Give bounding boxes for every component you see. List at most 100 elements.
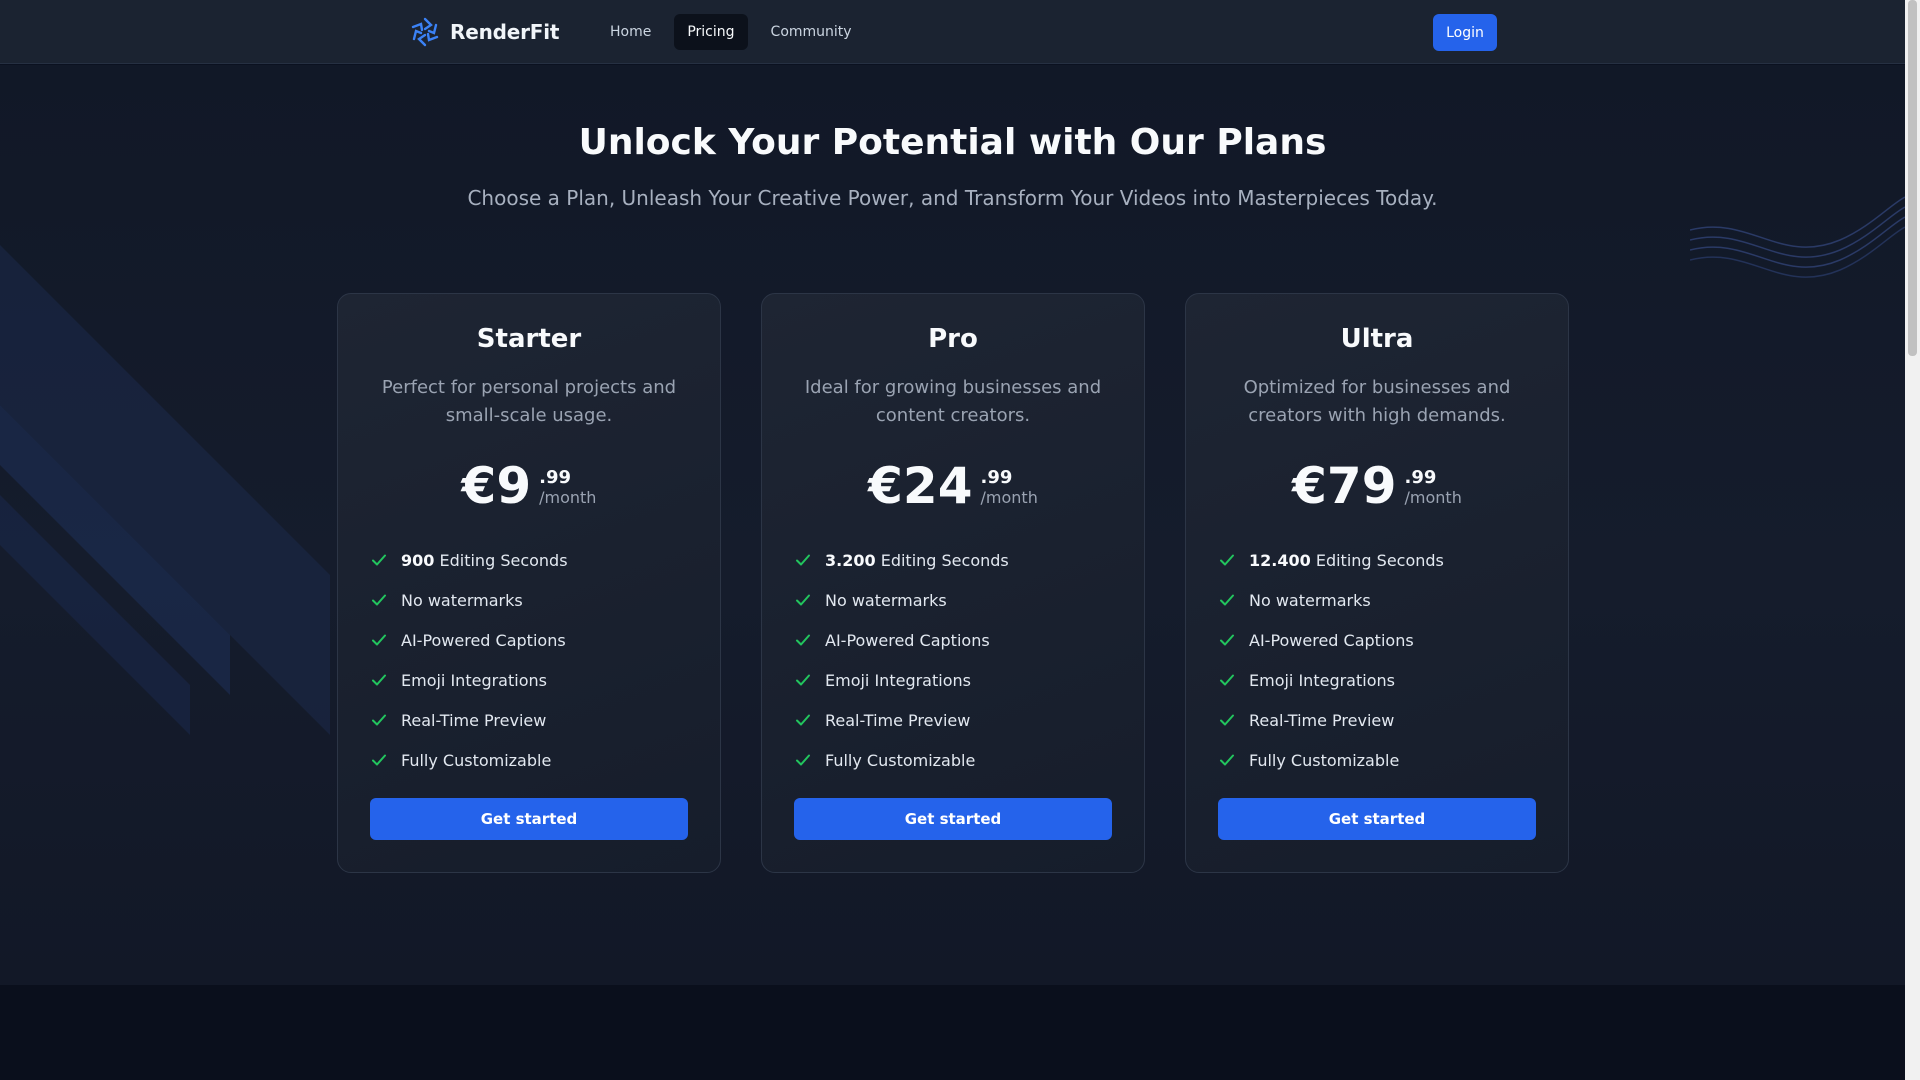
- check-icon: [1220, 554, 1234, 566]
- plan-card-starter: Starter Perfect for personal projects an…: [337, 293, 721, 873]
- brand-logo-link[interactable]: RenderFit: [408, 13, 559, 51]
- editing-seconds-value: 12.400: [1249, 550, 1311, 570]
- nav-home-link[interactable]: Home: [597, 14, 664, 50]
- editing-seconds-label: Editing Seconds: [1315, 550, 1444, 570]
- footer-section: [0, 985, 1905, 1080]
- plan-description: Optimized for businesses and creators wi…: [1243, 377, 1511, 426]
- price-amount: €24: [868, 457, 973, 515]
- feature-item: 900 Editing Seconds: [370, 540, 700, 580]
- feature-text: 12.400 Editing Seconds: [1249, 551, 1444, 570]
- feature-item: Real-Time Preview: [794, 700, 1124, 740]
- check-icon: [372, 674, 386, 686]
- feature-item: Fully Customizable: [794, 740, 1124, 780]
- feature-text: 3.200 Editing Seconds: [825, 551, 1009, 570]
- nav-pricing-link[interactable]: Pricing: [674, 14, 748, 50]
- check-icon: [372, 594, 386, 606]
- plan-price: €24 .99 /month: [762, 456, 1144, 516]
- check-icon: [796, 554, 810, 566]
- get-started-button-ultra[interactable]: Get started: [1218, 798, 1536, 840]
- plan-name: Starter: [476, 324, 582, 354]
- feature-list: 3.200 Editing Seconds No watermarks AI-P…: [794, 540, 1124, 780]
- pricing-page: RenderFit Home Pricing Community Login U…: [0, 0, 1920, 1080]
- feature-item: AI-Powered Captions: [794, 620, 1124, 660]
- feature-text: AI-Powered Captions: [825, 630, 990, 650]
- feature-text: 900 Editing Seconds: [401, 551, 568, 570]
- check-icon: [372, 714, 386, 726]
- check-icon: [1220, 594, 1234, 606]
- plan-description: Perfect for personal projects and small-…: [381, 377, 677, 426]
- login-button[interactable]: Login: [1433, 14, 1497, 51]
- plan-name: Pro: [928, 324, 978, 354]
- feature-text: Fully Customizable: [825, 750, 976, 770]
- feature-item: No watermarks: [1218, 580, 1548, 620]
- plan-name: Ultra: [1340, 324, 1414, 354]
- brand-name: RenderFit: [450, 20, 560, 44]
- feature-item: AI-Powered Captions: [370, 620, 700, 660]
- feature-item: No watermarks: [370, 580, 700, 620]
- feature-item: Fully Customizable: [1218, 740, 1548, 780]
- check-icon: [796, 594, 810, 606]
- feature-text: No watermarks: [401, 590, 523, 610]
- price-cents: .99: [539, 467, 572, 488]
- check-icon: [796, 714, 810, 726]
- editing-seconds-label: Editing Seconds: [439, 550, 568, 570]
- price-period: /month: [1404, 488, 1462, 507]
- price-period: /month: [980, 488, 1038, 507]
- feature-item: Real-Time Preview: [1218, 700, 1548, 740]
- check-icon: [796, 634, 810, 646]
- diagonal-stripes-decoration: [0, 245, 330, 735]
- page-title: Unlock Your Potential with Our Plans: [578, 122, 1327, 163]
- editing-seconds-value: 900: [401, 550, 435, 570]
- feature-list: 12.400 Editing Seconds No watermarks AI-…: [1218, 540, 1548, 780]
- feature-text: Fully Customizable: [1249, 750, 1400, 770]
- feature-text: Real-Time Preview: [401, 710, 547, 730]
- feature-text: Emoji Integrations: [401, 670, 547, 690]
- feature-text: Emoji Integrations: [825, 670, 971, 690]
- feature-item: Real-Time Preview: [370, 700, 700, 740]
- editing-seconds-value: 3.200: [825, 550, 876, 570]
- get-started-button-pro[interactable]: Get started: [794, 798, 1112, 840]
- feature-item: Fully Customizable: [370, 740, 700, 780]
- feature-item: AI-Powered Captions: [1218, 620, 1548, 660]
- aperture-logo-icon: [411, 17, 439, 47]
- price-period: /month: [539, 488, 597, 507]
- price-amount: €9: [461, 457, 532, 515]
- plan-description: Ideal for growing businesses and content…: [804, 377, 1102, 426]
- feature-text: Emoji Integrations: [1249, 670, 1395, 690]
- check-icon: [1220, 674, 1234, 686]
- plan-price: €79 .99 /month: [1186, 456, 1568, 516]
- check-icon: [796, 674, 810, 686]
- check-icon: [372, 634, 386, 646]
- top-navbar: RenderFit Home Pricing Community Login: [0, 0, 1905, 64]
- plan-price: €9 .99 /month: [338, 456, 720, 516]
- check-icon: [1220, 754, 1234, 766]
- plan-card-pro: Pro Ideal for growing businesses and con…: [761, 293, 1145, 873]
- nav-community-link[interactable]: Community: [758, 14, 865, 50]
- feature-item: Emoji Integrations: [370, 660, 700, 700]
- feature-item: Emoji Integrations: [794, 660, 1124, 700]
- check-icon: [372, 554, 386, 566]
- feature-item: 12.400 Editing Seconds: [1218, 540, 1548, 580]
- check-icon: [1220, 634, 1234, 646]
- feature-text: AI-Powered Captions: [1249, 630, 1414, 650]
- feature-text: AI-Powered Captions: [401, 630, 566, 650]
- get-started-button-starter[interactable]: Get started: [370, 798, 688, 840]
- price-cents: .99: [1404, 467, 1437, 488]
- feature-text: No watermarks: [1249, 590, 1371, 610]
- feature-list: 900 Editing Seconds No watermarks AI-Pow…: [370, 540, 700, 780]
- check-icon: [372, 754, 386, 766]
- check-icon: [1220, 714, 1234, 726]
- price-amount: €79: [1292, 457, 1397, 515]
- feature-text: Real-Time Preview: [825, 710, 971, 730]
- main-nav: Home Pricing Community: [597, 14, 865, 50]
- feature-item: 3.200 Editing Seconds: [794, 540, 1124, 580]
- price-cents: .99: [980, 467, 1013, 488]
- feature-item: No watermarks: [794, 580, 1124, 620]
- editing-seconds-label: Editing Seconds: [880, 550, 1009, 570]
- feature-item: Emoji Integrations: [1218, 660, 1548, 700]
- check-icon: [796, 754, 810, 766]
- feature-text: No watermarks: [825, 590, 947, 610]
- scrollbar-thumb[interactable]: [1908, 0, 1917, 356]
- page-subtitle: Choose a Plan, Unleash Your Creative Pow…: [467, 186, 1438, 210]
- plan-card-ultra: Ultra Optimized for businesses and creat…: [1185, 293, 1569, 873]
